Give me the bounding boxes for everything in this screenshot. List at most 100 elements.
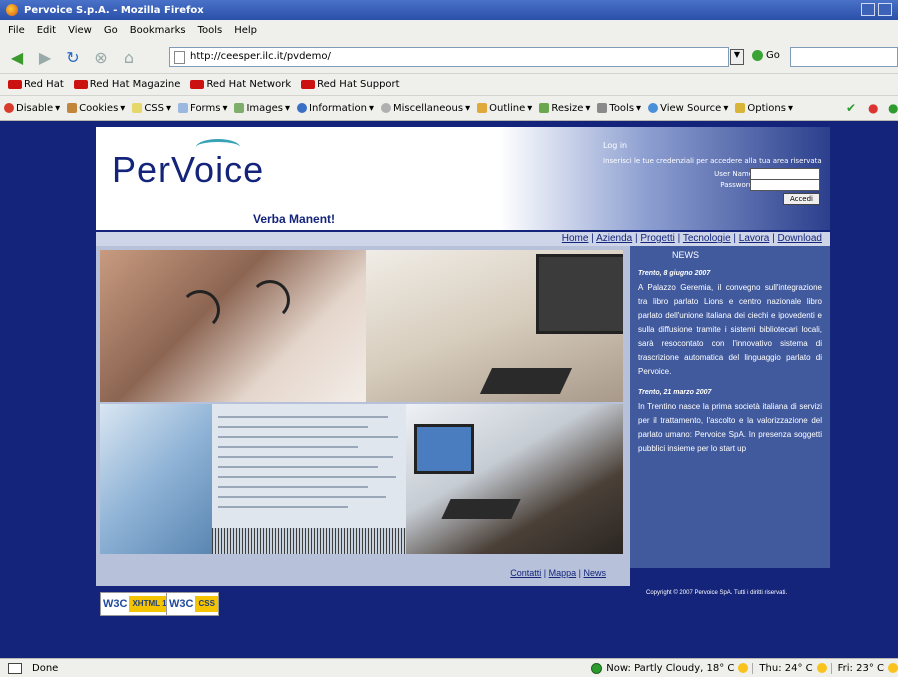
window-controls: [861, 3, 892, 16]
nav-link-home[interactable]: Home: [562, 233, 589, 244]
minimize-button[interactable]: [861, 3, 875, 16]
menu-bookmarks[interactable]: Bookmarks: [130, 25, 186, 36]
menu-file[interactable]: File: [8, 25, 25, 36]
wd-tools[interactable]: Tools ▾: [597, 103, 641, 114]
slogan: Verba Manent!: [253, 212, 336, 226]
bookmark-red-hat-support[interactable]: Red Hat Support: [301, 79, 400, 90]
news-text: A Palazzo Geremia, il convegno sull'inte…: [638, 283, 822, 376]
wd-miscellaneous[interactable]: Miscellaneous ▾: [380, 103, 470, 114]
nav-link-lavora[interactable]: Lavora: [739, 233, 770, 244]
news-title: NEWS: [672, 250, 699, 260]
check-icon[interactable]: ✔: [846, 101, 856, 115]
keyboard-icon: [441, 499, 521, 519]
nav-link-progetti[interactable]: Progetti: [640, 233, 674, 244]
resize-icon: [539, 103, 550, 113]
wd-disable[interactable]: Disable ▾: [4, 103, 60, 114]
error-icon[interactable]: ●: [868, 101, 878, 115]
photo-office-workstation: [366, 250, 623, 402]
maximize-button[interactable]: [878, 3, 892, 16]
page-info-icon[interactable]: [8, 662, 22, 674]
top-nav: Home | Azienda | Progetti | Tecnologie |…: [96, 230, 830, 246]
login-description: Inserisci le tue credenziali per acceder…: [603, 157, 822, 165]
nav-link-azienda[interactable]: Azienda: [596, 233, 632, 244]
copyright-text: Copyright © 2007 Pervoice SpA. Tutti i d…: [646, 590, 788, 596]
footer-link-mappa[interactable]: Mappa: [549, 568, 577, 578]
information-icon: [297, 103, 308, 113]
status-bar: Done Now: Partly Cloudy, 18° C Thu: 24° …: [0, 658, 898, 677]
url-field[interactable]: http://ceesper.ilc.it/pvdemo/: [169, 47, 729, 67]
forms-icon: [178, 103, 189, 113]
footer-link-news[interactable]: News: [583, 568, 606, 578]
wd-outline[interactable]: Outline ▾: [477, 103, 532, 114]
firefox-icon: [6, 4, 18, 16]
go-button[interactable]: Go: [752, 50, 780, 61]
menu-tools[interactable]: Tools: [198, 25, 223, 36]
photo-transcription-screen: [212, 404, 406, 554]
news-panel: NEWS Trento, 8 giugno 2007 A Palazzo Ger…: [630, 246, 830, 568]
keyboard-icon: [479, 368, 573, 394]
status-icon[interactable]: ●: [888, 101, 898, 115]
disable-icon: [4, 103, 14, 113]
menu-bar: File Edit View Go Bookmarks Tools Help: [0, 20, 898, 41]
news-date: Trento, 8 giugno 2007: [638, 270, 711, 277]
weather-thu: Thu: 24° C: [752, 662, 813, 674]
wd-css[interactable]: CSS ▾: [132, 103, 171, 114]
back-arrow-icon[interactable]: ◀: [6, 48, 28, 67]
photo-call-center-operator: [406, 404, 623, 554]
menu-edit[interactable]: Edit: [37, 25, 56, 36]
wd-cookies[interactable]: Cookies ▾: [67, 103, 125, 114]
wd-images[interactable]: Images ▾: [234, 103, 290, 114]
globe-icon: [591, 662, 603, 674]
menu-help[interactable]: Help: [234, 25, 257, 36]
wd-options[interactable]: Options ▾: [735, 103, 793, 114]
url-dropdown-button[interactable]: ▼: [730, 49, 744, 65]
footer-link-contatti[interactable]: Contatti: [510, 568, 541, 578]
bookmark-red-hat[interactable]: Red Hat: [8, 79, 64, 90]
url-text: http://ceesper.ilc.it/pvdemo/: [190, 51, 331, 62]
pervoice-logo[interactable]: PerVoice: [112, 139, 264, 191]
redhat-icon: [301, 80, 316, 89]
wd-resize[interactable]: Resize ▾: [539, 103, 590, 114]
search-input[interactable]: [790, 47, 898, 67]
password-label: Password: [720, 181, 753, 189]
web-developer-toolbar: Disable ▾ Cookies ▾ CSS ▾ Forms ▾ Images ▾ In…: [0, 95, 898, 121]
login-button[interactable]: Accedi: [782, 193, 820, 205]
page-icon: [174, 51, 185, 64]
weather-forecast[interactable]: Now: Partly Cloudy, 18° C Thu: 24° C Fri…: [591, 660, 898, 676]
photo-keyboard-closeup: [100, 404, 212, 554]
menu-go[interactable]: Go: [104, 25, 118, 36]
news-date: Trento, 21 marzo 2007: [638, 389, 712, 396]
menu-view[interactable]: View: [68, 25, 92, 36]
wd-forms[interactable]: Forms ▾: [178, 103, 227, 114]
news-text: In Trentino nasce la prima società itali…: [638, 402, 822, 453]
sun-icon: [816, 663, 827, 673]
stop-icon[interactable]: ⊗: [90, 48, 112, 67]
bookmark-red-hat-magazine[interactable]: Red Hat Magazine: [73, 79, 180, 90]
forward-arrow-icon[interactable]: ▶: [34, 48, 56, 67]
status-text: Done: [32, 662, 59, 674]
photo-operator-headset: [100, 250, 366, 402]
nav-link-download[interactable]: Download: [778, 233, 822, 244]
home-icon[interactable]: ⌂: [118, 48, 140, 67]
username-label: User Name: [714, 170, 753, 178]
site-header: PerVoice Verba Manent! Log in Inserisci …: [96, 127, 830, 230]
w3c-css-badge[interactable]: W3C CSS: [166, 592, 219, 616]
options-icon: [735, 103, 746, 113]
username-row: User Name: [603, 168, 828, 180]
sun-icon: [738, 663, 749, 673]
cookie-icon: [67, 103, 78, 113]
footer-links: Contatti | Mappa | News: [510, 568, 606, 578]
waveform-icon: [212, 528, 406, 554]
wd-view-source[interactable]: View Source ▾: [648, 103, 728, 114]
weather-now: Now: Partly Cloudy, 18° C: [606, 662, 735, 674]
reload-icon[interactable]: ↻: [62, 48, 84, 67]
monitor-icon: [536, 254, 623, 334]
tools-icon: [597, 103, 608, 113]
password-input[interactable]: [750, 179, 820, 191]
bookmark-red-hat-network[interactable]: Red Hat Network: [190, 79, 291, 90]
nav-link-tecnologie[interactable]: Tecnologie: [683, 233, 731, 244]
login-title: Log in: [603, 141, 628, 150]
weather-fri: Fri: 23° C: [830, 662, 884, 674]
wd-information[interactable]: Information ▾: [297, 103, 374, 114]
password-row: Password: [603, 179, 828, 191]
